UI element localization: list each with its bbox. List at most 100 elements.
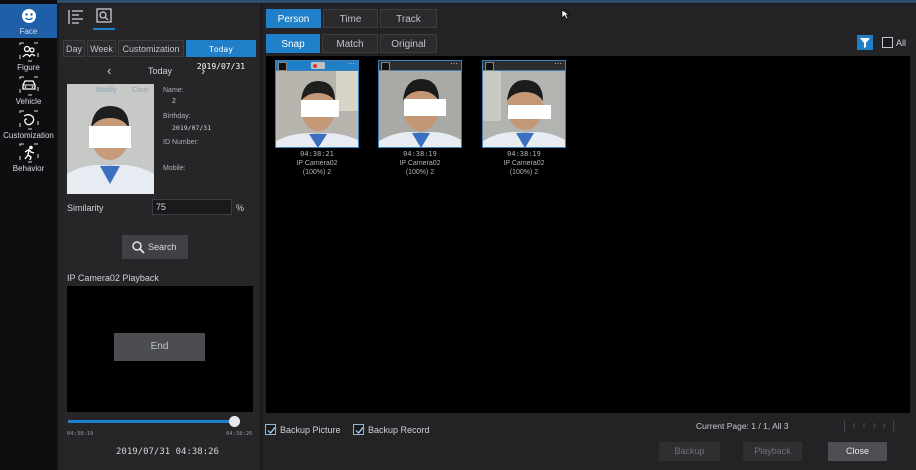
- card-checkbox[interactable]: [278, 62, 287, 71]
- tab-snap[interactable]: Snap: [266, 34, 320, 53]
- face-icon: [21, 9, 36, 23]
- id-number-label: ID Number:: [163, 139, 199, 146]
- similarity-label: Similarity: [67, 203, 104, 213]
- vehicle-icon: [19, 76, 38, 96]
- playback-timestamp: 2019/07/31 04:38:26: [116, 447, 219, 457]
- nav-label: Customization: [3, 131, 54, 140]
- card-score: (100%) 2: [509, 169, 539, 176]
- tab-person[interactable]: Person: [266, 9, 321, 28]
- snapshot-image: [378, 71, 462, 148]
- mouse-cursor-icon: [561, 9, 570, 20]
- card-camera: IP Camera02: [503, 160, 545, 167]
- date-label: Today: [147, 66, 173, 76]
- image-search-icon: [96, 8, 112, 23]
- left-nav: Face Figure Vehicle Customization Behavi…: [0, 0, 57, 470]
- results-grid: [266, 56, 910, 413]
- close-button[interactable]: Close: [828, 442, 887, 461]
- figure-icon: [19, 42, 38, 62]
- more-icon[interactable]: ···: [347, 59, 355, 68]
- nav-item-face[interactable]: Face: [0, 4, 57, 38]
- nav-label: Figure: [17, 63, 40, 72]
- snapshot-image: [275, 71, 359, 148]
- customization-icon: [19, 110, 38, 130]
- card-checkbox[interactable]: [485, 62, 494, 71]
- behavior-icon: [19, 143, 38, 163]
- backup-picture-label: Backup Picture: [280, 425, 341, 435]
- birthday-label: Birthday:: [163, 113, 191, 120]
- more-icon[interactable]: ···: [450, 59, 458, 68]
- tab-time[interactable]: Time: [323, 9, 378, 28]
- reference-face-image: [67, 84, 154, 194]
- card-checkbox[interactable]: [381, 62, 390, 71]
- more-icon[interactable]: ···: [554, 59, 562, 68]
- tab-day[interactable]: Day: [63, 40, 85, 57]
- playback-title: IP Camera02 Playback: [67, 273, 159, 283]
- record-icon: [311, 62, 325, 69]
- nav-item-customization[interactable]: Customization: [0, 110, 57, 140]
- tab-customization[interactable]: Customization: [118, 40, 184, 57]
- tab-match[interactable]: Match: [322, 34, 378, 53]
- similarity-input[interactable]: 75: [152, 199, 232, 215]
- card-time: 04:38:19: [507, 150, 541, 158]
- card-time: 04:38:21: [300, 150, 334, 158]
- nav-item-vehicle[interactable]: Vehicle: [0, 76, 57, 106]
- pagination-controls: |‹‹››|: [843, 418, 901, 432]
- card-score: (100%) 2: [302, 169, 332, 176]
- birthday-value: 2019/07/31: [172, 124, 212, 132]
- tab-week[interactable]: Week: [87, 40, 116, 57]
- checkmark-icon: [355, 427, 364, 435]
- face-mask: [404, 99, 446, 116]
- select-all-label: All: [896, 38, 907, 48]
- card-header: ···: [378, 59, 462, 71]
- timeline-end: 04:38:26: [226, 431, 253, 437]
- backup-picture-checkbox[interactable]: [265, 424, 276, 435]
- modify-link[interactable]: Modify: [96, 87, 117, 94]
- name-label: Name:: [163, 87, 184, 94]
- clear-link[interactable]: Clear: [132, 87, 149, 94]
- list-view-icon[interactable]: [67, 8, 85, 26]
- face-mask: [508, 105, 551, 119]
- filter-icon: [860, 38, 870, 48]
- page-info: Current Page: 1 / 1, All 3: [696, 421, 789, 431]
- checkmark-icon: [267, 427, 276, 435]
- mobile-label: Mobile:: [163, 165, 186, 172]
- face-mask: [89, 126, 131, 148]
- nav-label: Face: [19, 27, 38, 36]
- search-label: Search: [148, 242, 177, 252]
- tab-track[interactable]: Track: [380, 9, 437, 28]
- first-page-button[interactable]: |‹: [843, 418, 862, 432]
- prev-page-button[interactable]: ‹: [862, 418, 872, 432]
- card-camera: IP Camera02: [296, 160, 338, 167]
- snapshot-image: [482, 71, 566, 148]
- tab-today[interactable]: Today 2019/07/31: [186, 40, 256, 71]
- next-day-button[interactable]: ›: [201, 63, 205, 78]
- similarity-unit: %: [236, 203, 245, 213]
- select-all-checkbox[interactable]: [882, 37, 893, 48]
- name-value: 2: [172, 98, 176, 105]
- next-page-button[interactable]: ›: [872, 418, 882, 432]
- prev-day-button[interactable]: ‹: [107, 63, 111, 78]
- snapshot-card[interactable]: ··· 04:38:19 IP Camera02 (100%) 2: [482, 59, 566, 177]
- card-header: ···: [275, 59, 359, 71]
- playback-button[interactable]: Playback: [743, 442, 802, 461]
- end-indicator: End: [114, 333, 205, 361]
- backup-record-checkbox[interactable]: [353, 424, 364, 435]
- search-button[interactable]: Search: [122, 235, 188, 259]
- image-search-tab[interactable]: [93, 6, 115, 30]
- timeline-track[interactable]: [68, 420, 238, 423]
- snapshot-card[interactable]: ··· 04:38:19 IP Camera02 (100%) 2: [378, 59, 462, 177]
- nav-label: Behavior: [12, 164, 45, 173]
- search-icon: [132, 241, 145, 254]
- snapshot-card[interactable]: ··· 04:38:21 IP Camera02 (100%) 2: [275, 59, 359, 177]
- timeline-start: 04:38:19: [67, 431, 94, 437]
- backup-record-label: Backup Record: [368, 425, 430, 435]
- nav-item-figure[interactable]: Figure: [0, 42, 57, 72]
- card-camera: IP Camera02: [399, 160, 441, 167]
- nav-item-behavior[interactable]: Behavior: [0, 143, 57, 173]
- last-page-button[interactable]: ›|: [882, 418, 901, 432]
- filter-button[interactable]: [857, 35, 873, 50]
- face-mask: [301, 100, 339, 117]
- top-bar: [0, 0, 916, 3]
- tab-original[interactable]: Original: [380, 34, 437, 53]
- backup-button[interactable]: Backup: [659, 442, 720, 461]
